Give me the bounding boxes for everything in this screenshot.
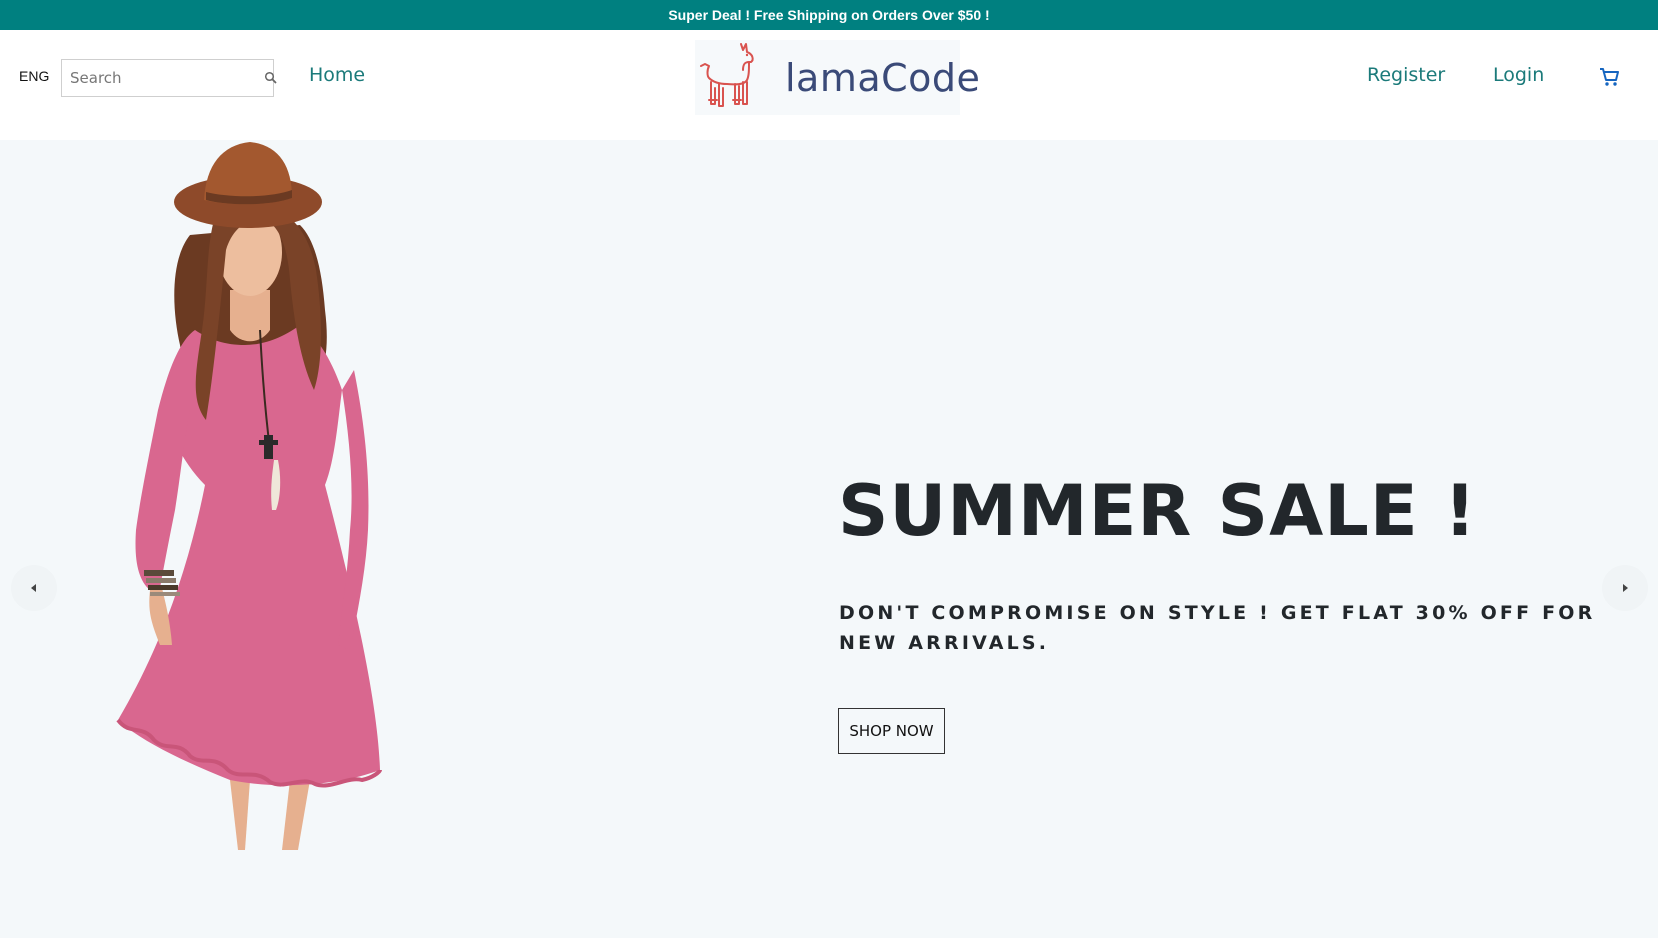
search-input[interactable] — [62, 60, 264, 96]
arrow-left-icon — [29, 579, 39, 598]
search-box — [61, 59, 277, 97]
language-selector[interactable]: ENG — [19, 68, 49, 84]
hero-headline: SUMMER SALE ! — [838, 470, 1477, 552]
logo-text: lamaCode — [785, 55, 981, 100]
register-link[interactable]: Register — [1367, 64, 1445, 86]
login-link[interactable]: Login — [1493, 64, 1544, 86]
search-icon[interactable] — [264, 60, 278, 96]
slider-next-button[interactable] — [1602, 565, 1648, 611]
arrow-right-icon — [1620, 579, 1630, 598]
hero-slider: SUMMER SALE ! DON'T COMPROMISE ON STYLE … — [0, 140, 1658, 938]
announcement-text: Super Deal ! Free Shipping on Orders Ove… — [668, 7, 990, 23]
slider-prev-button[interactable] — [11, 565, 57, 611]
hero-subtext: DON'T COMPROMISE ON STYLE ! GET FLAT 30%… — [839, 602, 1596, 654]
llama-icon — [697, 40, 763, 116]
logo[interactable]: lamaCode — [695, 40, 980, 116]
cart-icon[interactable] — [1597, 65, 1621, 93]
home-link[interactable]: Home — [309, 64, 365, 86]
shop-now-button[interactable]: SHOP NOW — [838, 708, 945, 754]
model-image — [116, 142, 382, 850]
navbar: ENG Home — [0, 30, 1658, 140]
announcement-bar: Super Deal ! Free Shipping on Orders Ove… — [0, 0, 1658, 30]
